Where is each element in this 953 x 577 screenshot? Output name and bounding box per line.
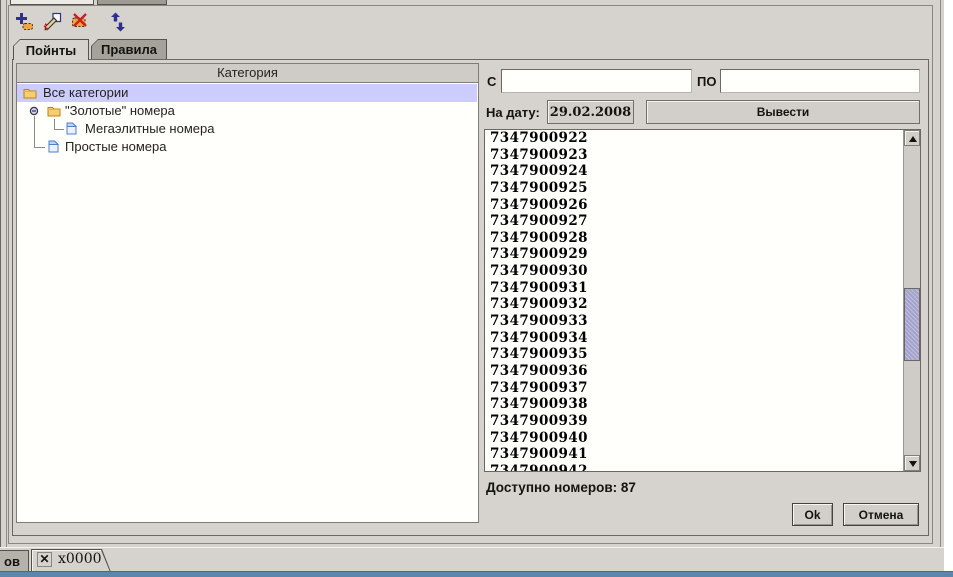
refresh-icon[interactable] (107, 11, 129, 33)
show-button[interactable]: Вывести (646, 100, 920, 124)
tab-points[interactable]: Пойнты (13, 39, 89, 60)
tree-item-megaelite-numbers[interactable]: Мегаэлитные номера (17, 120, 477, 138)
tree-item-all-categories[interactable]: Все категории (17, 84, 477, 102)
bottom-blue-bar (0, 571, 953, 577)
close-tab-icon[interactable]: ✕ (37, 552, 52, 567)
date-button[interactable]: 29.02.2008 (547, 100, 634, 124)
number-row[interactable]: 7347900934 (485, 330, 903, 347)
tab-rules-label: Правила (92, 40, 166, 59)
cancel-button[interactable]: Отмена (843, 503, 919, 526)
range-from-input[interactable] (501, 69, 692, 93)
scroll-up-arrow-icon (909, 136, 917, 142)
number-row[interactable]: 7347900922 (485, 130, 903, 147)
tree-expander-icon[interactable] (29, 106, 39, 116)
bottom-tab-label: x0000 (58, 551, 102, 567)
number-row[interactable]: 7347900925 (485, 180, 903, 197)
numbers-rows: 7347900922 7347900923 7347900924 7347900… (485, 130, 903, 472)
delete-icon[interactable] (69, 11, 91, 33)
range-to-label: ПО (697, 74, 716, 89)
window-border-left-inner (6, 0, 7, 571)
number-row[interactable]: 7347900940 (485, 430, 903, 447)
tab-rules[interactable]: Правила (91, 39, 167, 59)
number-row[interactable]: 7347900932 (485, 296, 903, 313)
numbers-scrollbar[interactable] (903, 130, 920, 471)
folder-icon (23, 87, 37, 99)
number-row[interactable]: 7347900933 (485, 313, 903, 330)
tree-item-label: Мегаэлитные номера (85, 120, 214, 138)
bottom-tab-bar: ов ✕ x0000 (0, 547, 944, 571)
add-icon[interactable] (13, 11, 35, 33)
number-row[interactable]: 7347900924 (485, 163, 903, 180)
tree-header: Категория (17, 64, 478, 83)
tree-item-label: Простые номера (65, 138, 166, 156)
available-numbers-status: Доступно номеров: 87 (486, 480, 636, 495)
number-row[interactable]: 7347900927 (485, 213, 903, 230)
tab-content: Категория Все категории (12, 59, 929, 536)
number-row[interactable]: 7347900929 (485, 246, 903, 263)
edit-icon[interactable] (41, 11, 63, 33)
document-icon (66, 122, 77, 135)
scrollbar-thumb[interactable] (904, 288, 920, 361)
range-to-input[interactable] (720, 69, 920, 93)
main-panel: Пойнты Правила Категория (8, 5, 933, 544)
bottom-tab-x0000[interactable]: ✕ x0000 (31, 549, 111, 572)
scroll-down-arrow-icon (909, 461, 917, 467)
tree-item-simple-numbers[interactable]: Простые номера (17, 138, 477, 156)
number-row[interactable]: 7347900928 (485, 230, 903, 247)
document-icon (48, 140, 59, 153)
number-row[interactable]: 7347900942 (485, 463, 903, 472)
tree-item-gold-numbers[interactable]: "Золотые" номера (17, 102, 477, 120)
folder-icon (47, 105, 61, 117)
tab-points-label: Пойнты (14, 40, 88, 60)
tree-item-label: "Золотые" номера (65, 102, 175, 120)
ok-button[interactable]: Ok (792, 503, 833, 526)
status-label: Доступно номеров: (486, 480, 617, 495)
window-border-right (940, 0, 941, 571)
number-row[interactable]: 7347900941 (485, 446, 903, 463)
date-label: На дату: (486, 105, 540, 120)
scroll-up-button[interactable] (904, 130, 920, 146)
category-tree-panel: Категория Все категории (16, 63, 479, 523)
number-row[interactable]: 7347900938 (485, 396, 903, 413)
number-row[interactable]: 7347900936 (485, 363, 903, 380)
scroll-down-button[interactable] (904, 455, 920, 471)
number-row[interactable]: 7347900923 (485, 147, 903, 164)
number-row[interactable]: 7347900926 (485, 197, 903, 214)
number-row[interactable]: 7347900931 (485, 280, 903, 297)
tree-item-label: Все категории (43, 84, 128, 102)
app-background: Пойнты Правила Категория (0, 0, 944, 571)
number-row[interactable]: 7347900930 (485, 263, 903, 280)
number-row[interactable]: 7347900935 (485, 346, 903, 363)
bottom-tab-partial[interactable]: ов (0, 550, 29, 572)
numbers-list[interactable]: 7347900922 7347900923 7347900924 7347900… (484, 129, 921, 472)
number-row[interactable]: 7347900939 (485, 413, 903, 430)
window-border-left-outer (0, 0, 1, 571)
status-count: 87 (621, 480, 636, 495)
tree-body: Все категории "Золотые" номера (17, 83, 478, 522)
number-row[interactable]: 7347900937 (485, 380, 903, 397)
range-from-label: С (487, 74, 496, 89)
